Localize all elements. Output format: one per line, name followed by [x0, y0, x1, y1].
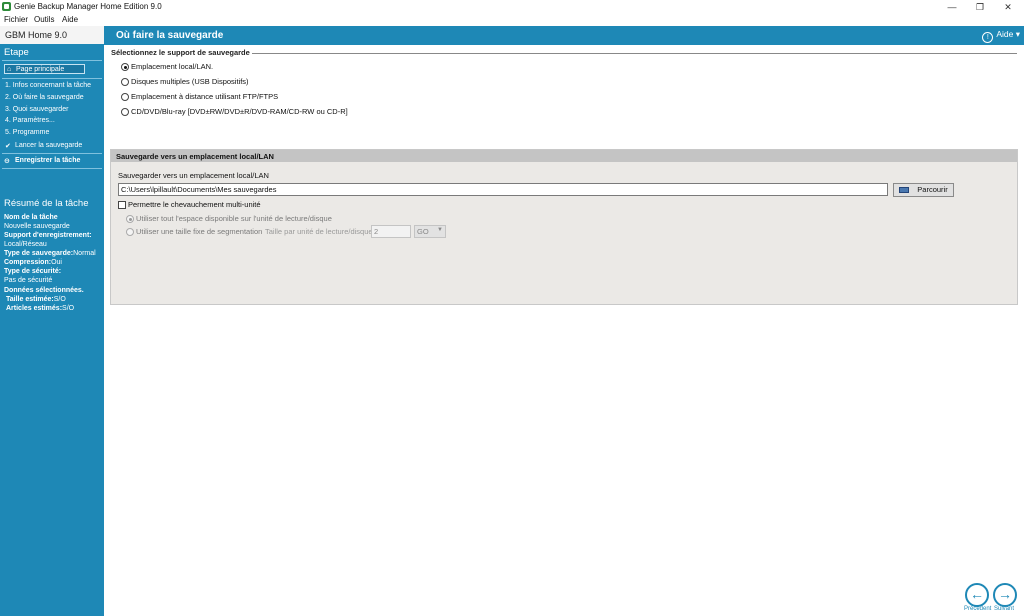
summary-security-value: Pas de sécurité	[4, 277, 53, 284]
checkmark-icon: ✔	[5, 143, 11, 150]
menu-fichier[interactable]: Fichier	[4, 15, 28, 24]
summary-storage-label: Support d'enregistrement:	[4, 232, 92, 239]
summary-security-label: Type de sécurité:	[4, 268, 62, 275]
window-title: Genie Backup Manager Home Edition 9.0	[14, 2, 162, 11]
page-title: Où faire la sauvegarde	[116, 30, 224, 41]
next-label: Suivant	[994, 606, 1015, 612]
app-icon	[2, 2, 11, 11]
unit-select[interactable]: GO ▼	[414, 225, 446, 238]
step-heading: Etape	[4, 47, 29, 58]
sidebar: GBM Home 9.0 Etape ⌂ Page principale 1. …	[0, 26, 104, 616]
sidebar-item-label: Page principale	[16, 66, 65, 73]
multi-unit-label: Permettre le chevauchement multi-unité	[128, 200, 261, 209]
radio-button[interactable]	[126, 228, 134, 236]
backup-media-group-label: Sélectionnez le support de sauvegarde	[111, 48, 253, 57]
local-lan-panel: Sauvegarde vers un emplacement local/LAN…	[110, 149, 1018, 305]
summary-task-name-value: Nouvelle sauvegarde	[4, 223, 70, 230]
sidebar-item-label: Lancer la sauvegarde	[15, 142, 83, 149]
sidebar-divider	[2, 60, 102, 61]
option-label: Emplacement local/LAN.	[131, 62, 214, 71]
group-divider	[252, 53, 1017, 54]
radio-button[interactable]	[121, 93, 129, 101]
segment-size-input[interactable]: 2	[371, 225, 411, 238]
help-button[interactable]: ! Aide ▾	[982, 29, 1020, 43]
summary-size: Taille estimée:S/O	[6, 296, 66, 303]
close-button[interactable]: ✕	[994, 0, 1022, 14]
arrow-left-icon: ←	[970, 586, 984, 602]
option-label: Emplacement à distance utilisant FTP/FTP…	[131, 92, 279, 101]
segment-size-label: Taille par unité de lecture/disque:	[265, 227, 375, 236]
option-label: Utiliser tout l'espace disponible sur l'…	[136, 214, 332, 223]
save-task-label: Enregistrer la tâche	[15, 157, 81, 164]
home-icon: ⌂	[7, 66, 12, 73]
browse-button[interactable]: Parcourir	[893, 183, 954, 197]
path-label: Sauvegarder vers un emplacement local/LA…	[118, 171, 269, 180]
minimize-button[interactable]: —	[938, 0, 966, 14]
summary-data-label: Données sélectionnées.	[4, 287, 84, 294]
radio-button[interactable]	[121, 63, 129, 71]
sidebar-divider	[2, 168, 102, 169]
multi-unit-checkbox[interactable]	[118, 201, 126, 209]
sidebar-divider	[2, 153, 102, 154]
menu-bar: Fichier Outils Aide	[0, 14, 1024, 26]
menu-outils[interactable]: Outils	[34, 15, 54, 24]
option-label: Utiliser une taille fixe de segmentation	[136, 227, 263, 236]
summary-items: Articles estimés:S/O	[6, 305, 75, 312]
sidebar-divider	[2, 78, 102, 79]
sidebar-item-step-1[interactable]: 1. Infos concernant la tâche	[5, 82, 91, 89]
summary-heading: Résumé de la tâche	[4, 198, 89, 209]
sidebar-item-home[interactable]: ⌂ Page principale	[4, 64, 85, 74]
sidebar-item-step-4[interactable]: 4. Paramètres...	[5, 117, 55, 124]
folder-icon	[899, 187, 910, 193]
browse-label: Parcourir	[917, 185, 948, 194]
panel-heading: Sauvegarde vers un emplacement local/LAN	[111, 150, 1017, 162]
option-label: Disques multiples (USB Dispositifs)	[131, 77, 249, 86]
radio-button[interactable]	[121, 78, 129, 86]
sidebar-item-step-2[interactable]: 2. Où faire la sauvegarde	[5, 94, 84, 101]
summary-compression: Compression:Oui	[4, 259, 62, 266]
main-header: Où faire la sauvegarde ! Aide ▾	[104, 26, 1024, 45]
option-label: CD/DVD/Blu-ray [DVD±RW/DVD±R/DVD-RAM/CD-…	[131, 107, 348, 116]
sidebar-item-step-3[interactable]: 3. Quoi sauvegarder	[5, 106, 68, 113]
maximize-button[interactable]: ❐	[966, 0, 994, 14]
arrow-right-icon: →	[998, 586, 1012, 602]
save-task-button[interactable]: ⊖ Enregistrer la tâche	[4, 157, 81, 165]
menu-aide[interactable]: Aide	[62, 15, 78, 24]
summary-backup-type: Type de sauvegarde:Normal	[4, 250, 96, 257]
sidebar-item-step-5[interactable]: 5. Programme	[5, 129, 49, 136]
title-bar: Genie Backup Manager Home Edition 9.0 — …	[0, 0, 1024, 14]
info-icon: !	[982, 32, 994, 43]
previous-label: Précédent	[964, 606, 992, 612]
radio-button[interactable]	[126, 215, 134, 223]
summary-task-name-label: Nom de la tâche	[4, 214, 58, 221]
path-input[interactable]: C:\Users\lpillault\Documents\Mes sauvega…	[118, 183, 888, 196]
radio-button[interactable]	[121, 108, 129, 116]
summary-storage-value: Local/Réseau	[4, 241, 47, 248]
previous-button[interactable]: ←	[965, 583, 989, 607]
chevron-down-icon: ▼	[437, 227, 443, 233]
unit-value: GO	[417, 227, 429, 236]
help-label: Aide	[996, 29, 1014, 39]
save-icon: ⊖	[4, 158, 10, 165]
next-button[interactable]: →	[993, 583, 1017, 607]
app-name: GBM Home 9.0	[0, 26, 104, 44]
sidebar-item-launch[interactable]: ✔ Lancer la sauvegarde	[5, 142, 83, 150]
